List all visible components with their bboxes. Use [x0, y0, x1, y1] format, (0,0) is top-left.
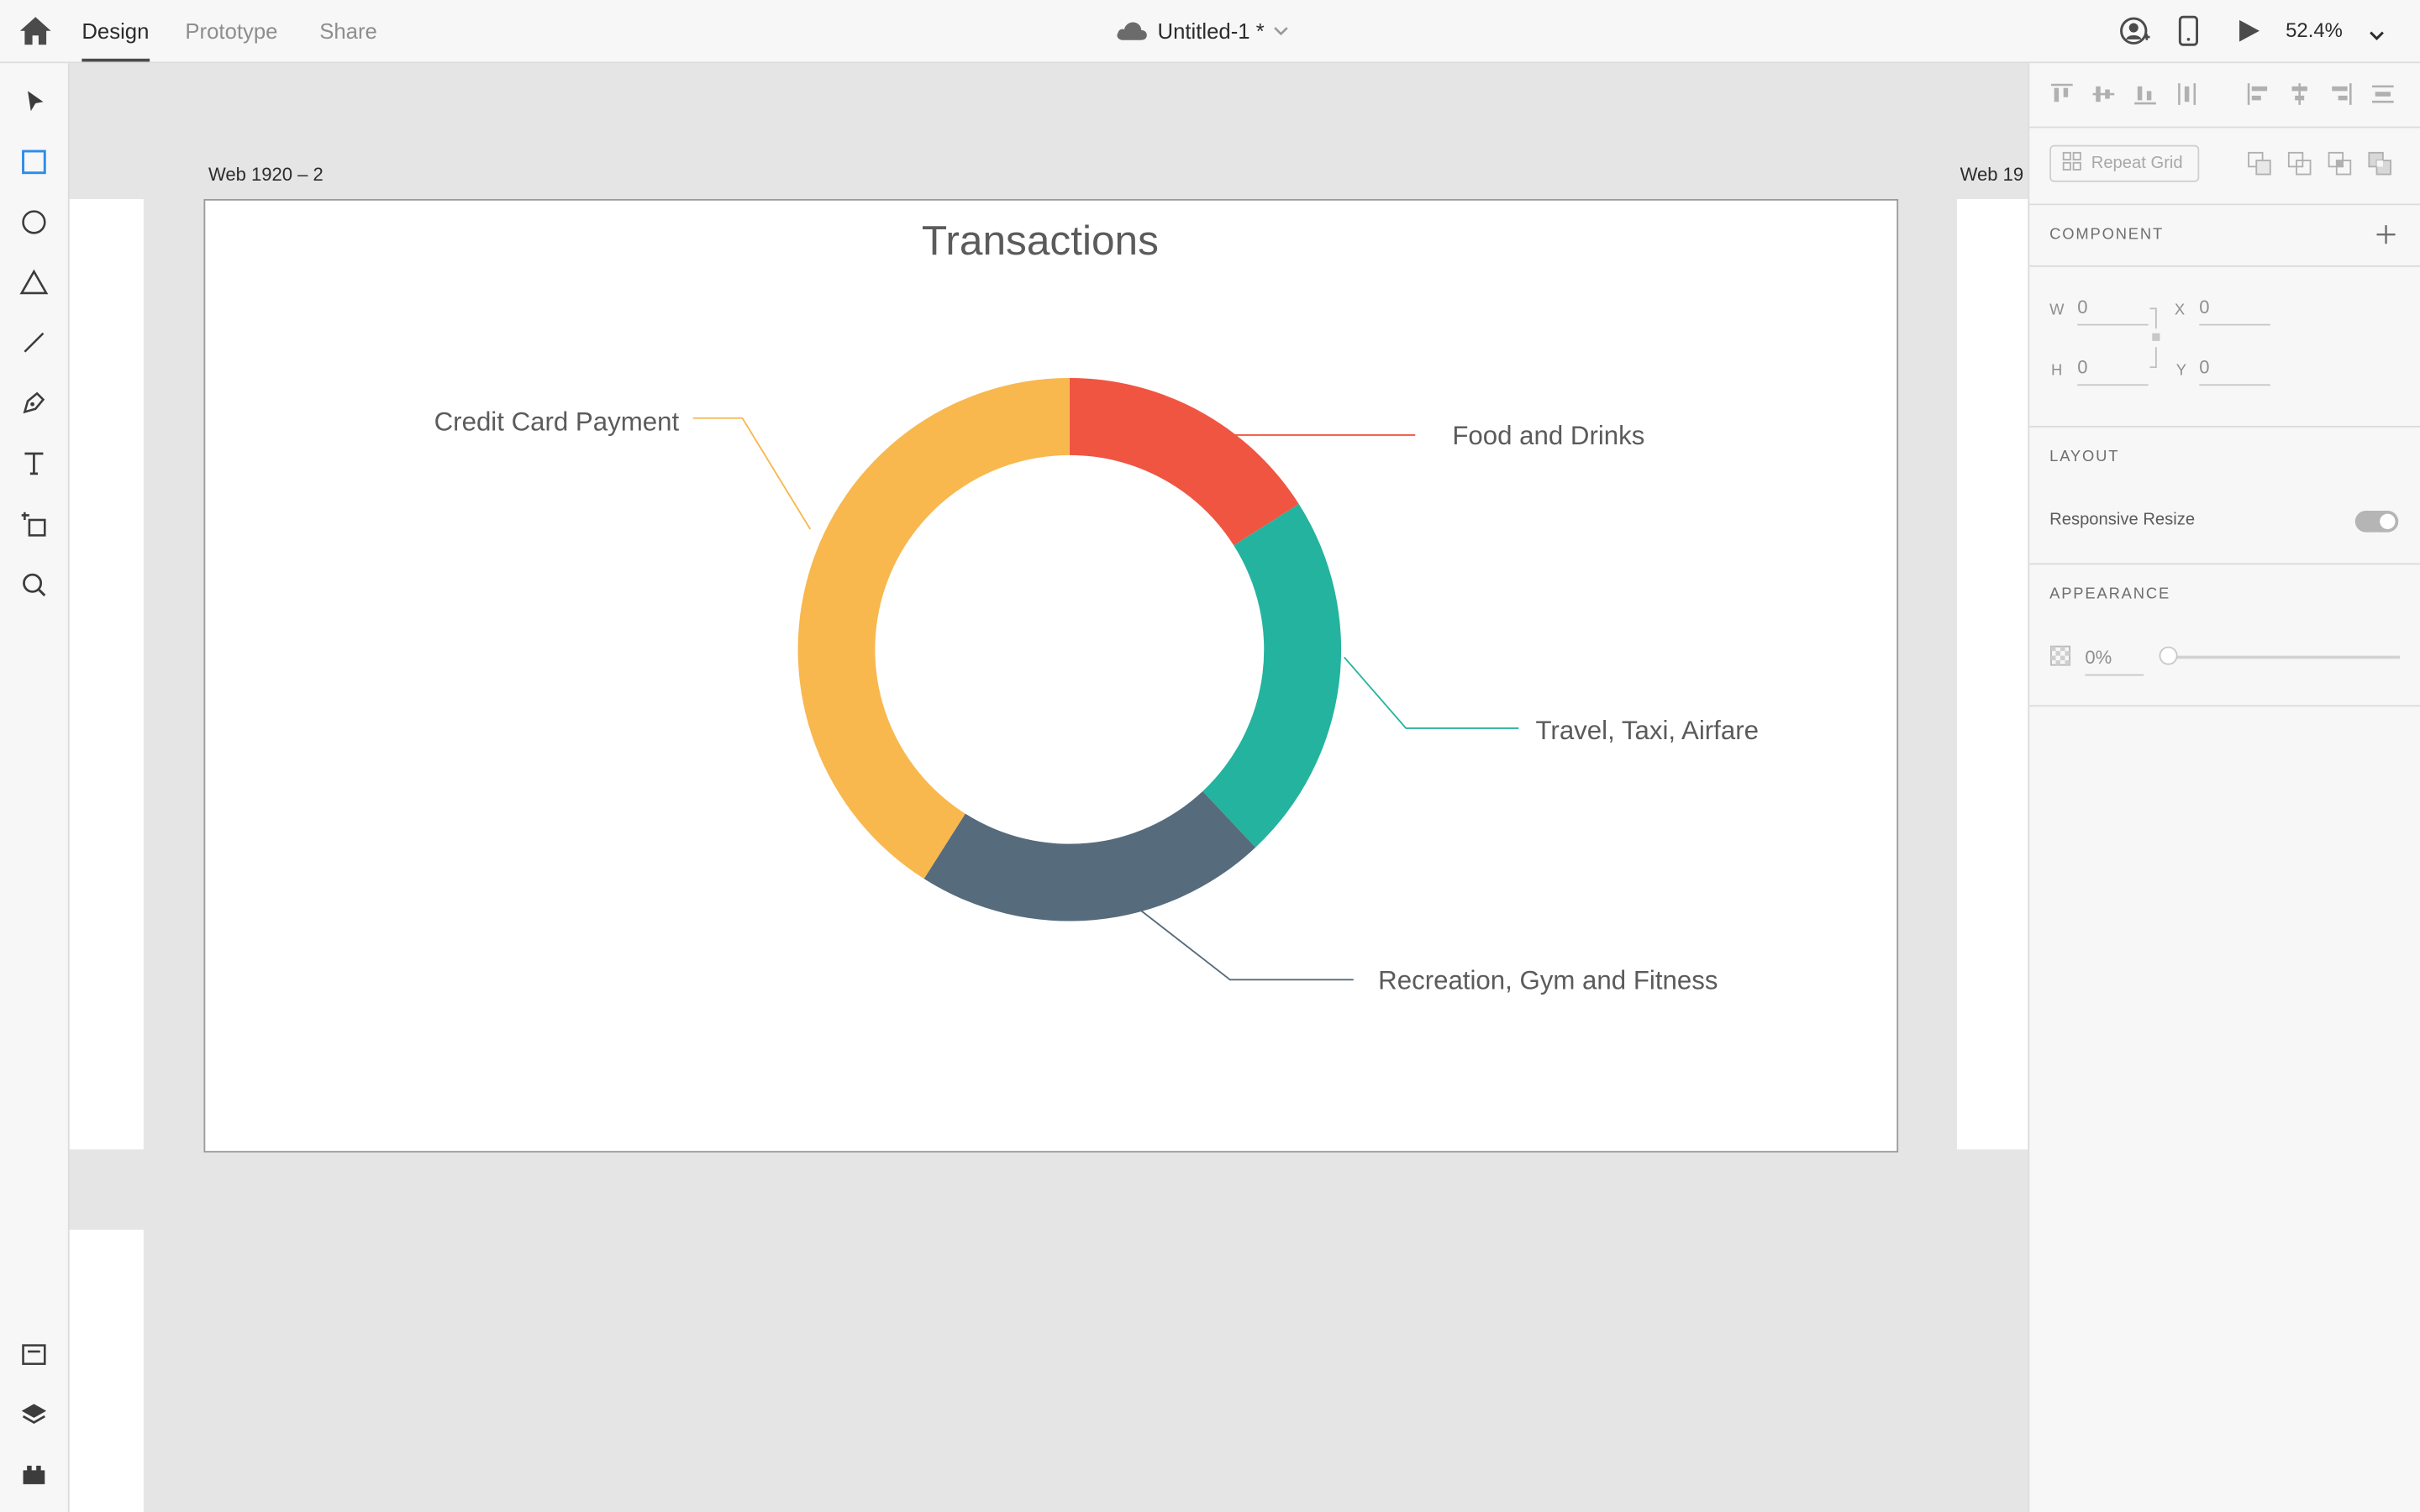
tab-design[interactable]: Design — [82, 0, 149, 62]
home-icon[interactable] — [18, 15, 52, 46]
boolean-intersect-icon[interactable] — [2328, 151, 2352, 184]
leader-line-3 — [1139, 909, 1354, 981]
pen-tool-icon[interactable] — [17, 386, 50, 419]
donut-slice-4[interactable] — [797, 377, 1070, 879]
document-title-menu[interactable]: Untitled-1 * — [1114, 0, 1289, 61]
align-toolbar — [2029, 63, 2420, 129]
transform-section: W 0 X 0 H 0 Y 0 — [2029, 265, 2420, 428]
align-middle-icon[interactable] — [2091, 81, 2116, 114]
zoom-chevron-down-icon[interactable] — [2367, 24, 2386, 51]
opacity-icon — [2049, 645, 2071, 675]
align-center-icon[interactable] — [2287, 81, 2312, 114]
chart-title: Transactions — [922, 217, 1159, 264]
height-label: H — [2050, 362, 2063, 380]
cloud-icon — [1114, 20, 1148, 42]
distribute-horizontal-icon[interactable] — [2370, 81, 2395, 114]
artboard-tool-icon[interactable] — [17, 507, 50, 541]
lock-aspect-icon[interactable] — [2149, 307, 2164, 377]
opacity-slider-track[interactable] — [2165, 655, 2401, 659]
repeat-grid-label: Repeat Grid — [2091, 154, 2183, 173]
opacity-slider-thumb[interactable] — [2159, 646, 2178, 665]
zoom-level[interactable]: 52.4% — [2286, 0, 2343, 61]
assets-icon[interactable] — [17, 1337, 50, 1371]
slice-label-2: Travel, Taxi, Airfare — [1536, 716, 1759, 745]
design-canvas[interactable]: Web 1920 – 2 Web 19 Transactions Food an… — [69, 63, 2028, 1512]
leader-line-4 — [692, 417, 812, 530]
slice-label-4: Credit Card Payment — [434, 407, 680, 436]
polygon-tool-icon[interactable] — [17, 265, 50, 299]
height-field[interactable]: 0 — [2077, 356, 2149, 386]
chevron-down-icon — [1274, 24, 1289, 37]
artboard-below-partial[interactable] — [69, 1229, 144, 1512]
boolean-exclude-icon[interactable] — [2367, 151, 2391, 184]
tab-prototype[interactable]: Prototype — [185, 0, 277, 61]
align-left-icon[interactable] — [2245, 81, 2270, 114]
layout-title: LAYOUT — [2049, 449, 2120, 466]
boolean-add-icon[interactable] — [2247, 151, 2271, 184]
x-label: X — [2174, 302, 2186, 320]
document-title: Untitled-1 * — [1157, 18, 1265, 44]
artboard-label[interactable]: Web 1920 – 2 — [208, 164, 324, 186]
align-top-icon[interactable] — [2049, 81, 2074, 114]
rectangle-tool-icon[interactable] — [17, 145, 50, 179]
layout-section: LAYOUT Responsive Resize — [2029, 426, 2420, 565]
appearance-title: APPEARANCE — [2049, 585, 2171, 604]
responsive-resize-toggle[interactable] — [2354, 510, 2399, 533]
artboard-right-partial[interactable] — [1956, 198, 2028, 1150]
add-component-icon[interactable] — [2375, 223, 2397, 253]
slice-label-3: Recreation, Gym and Fitness — [1378, 965, 1718, 995]
width-field[interactable]: 0 — [2077, 297, 2149, 326]
y-field[interactable]: 0 — [2199, 356, 2270, 386]
artboard-web-1920-2[interactable]: Transactions Food and Drinks Travel, Taxi… — [203, 198, 1899, 1153]
repeat-grid-section: Repeat Grid — [2029, 127, 2420, 206]
align-right-icon[interactable] — [2329, 81, 2354, 114]
artboard-left-partial[interactable] — [69, 198, 144, 1150]
mobile-preview-icon[interactable] — [2178, 15, 2200, 54]
artboard-label-right[interactable]: Web 19 — [1960, 164, 2024, 186]
line-tool-icon[interactable] — [17, 326, 50, 360]
align-bottom-icon[interactable] — [2133, 81, 2157, 114]
y-label: Y — [2175, 362, 2187, 380]
opacity-field[interactable]: 0% — [2085, 647, 2144, 676]
zoom-tool-icon[interactable] — [17, 568, 50, 601]
repeat-grid-button[interactable]: Repeat Grid — [2049, 144, 2200, 182]
donut-chart: Transactions Food and Drinks Travel, Taxi… — [434, 217, 1759, 995]
top-bar: Design Prototype Share Untitled-1 * 52.4… — [0, 0, 2420, 64]
donut-slice-1[interactable] — [1069, 377, 1299, 546]
appearance-section: APPEARANCE 0% — [2029, 563, 2420, 707]
grid-icon — [2062, 151, 2082, 176]
user-icon[interactable] — [2119, 15, 2150, 54]
text-tool-icon[interactable] — [17, 446, 50, 480]
slice-label-1: Food and Drinks — [1452, 421, 1644, 450]
x-field[interactable]: 0 — [2199, 297, 2270, 326]
component-section: COMPONENT — [2029, 203, 2420, 267]
component-title: COMPONENT — [2049, 226, 2165, 244]
boolean-subtract-icon[interactable] — [2287, 151, 2312, 184]
tools-toolbar — [0, 63, 70, 1512]
select-tool-icon[interactable] — [17, 85, 50, 118]
donut-slice-3[interactable] — [923, 790, 1256, 921]
donut-slice-2[interactable] — [1202, 504, 1342, 848]
play-icon[interactable] — [2235, 15, 2263, 54]
distribute-vertical-icon[interactable] — [2175, 81, 2199, 114]
property-inspector: Repeat Grid COMPONENT W 0 X 0 H 0 Y 0 LA… — [2028, 63, 2420, 1512]
plugins-icon[interactable] — [17, 1458, 50, 1492]
leader-line-2 — [1344, 656, 1519, 729]
ellipse-tool-icon[interactable] — [17, 205, 50, 239]
layers-icon[interactable] — [17, 1398, 50, 1431]
responsive-resize-label: Responsive Resize — [2049, 510, 2196, 529]
tab-share[interactable]: Share — [319, 0, 377, 61]
width-label: W — [2049, 302, 2065, 320]
